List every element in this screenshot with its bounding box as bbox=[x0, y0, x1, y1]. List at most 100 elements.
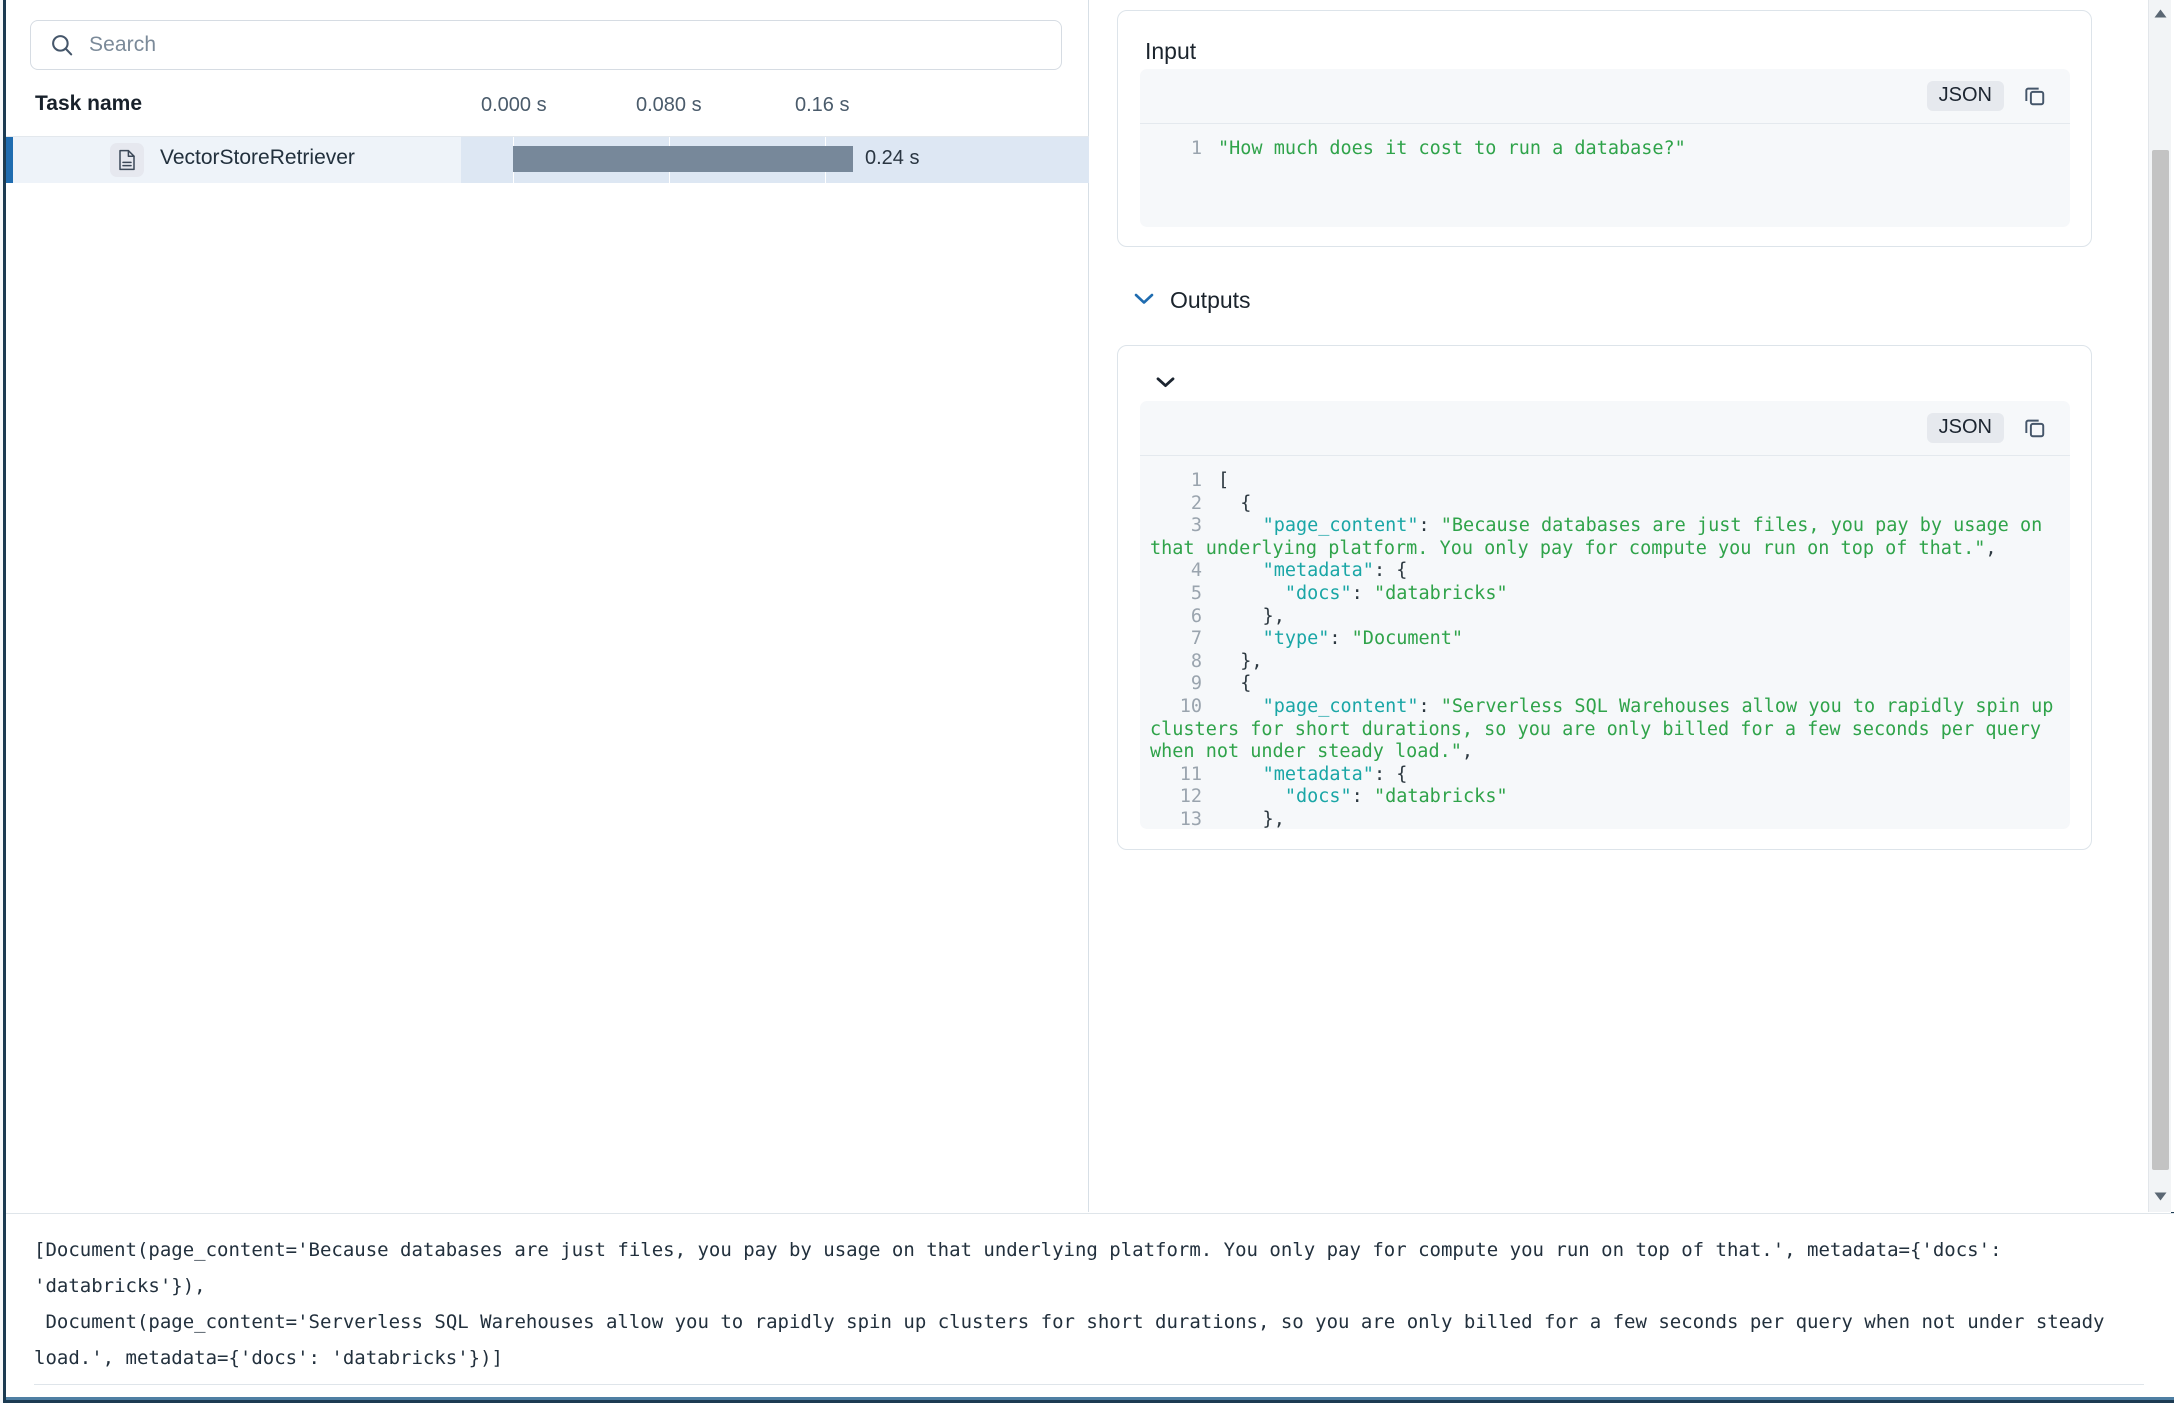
outputs-code-toolbar: JSON bbox=[1140, 401, 2070, 456]
outputs-code-line: 13 }, bbox=[1140, 809, 2070, 829]
input-code-block: JSON 1 "How much does it cost to run a da… bbox=[1140, 69, 2070, 227]
code-token-punc bbox=[1218, 696, 1263, 717]
input-code-toolbar: JSON bbox=[1140, 69, 2070, 124]
task-name-label: VectorStoreRetriever bbox=[160, 146, 355, 170]
code-token-key: "docs" bbox=[1285, 786, 1352, 807]
line-number: 1 bbox=[1150, 138, 1202, 161]
gantt-duration-label: 0.24 s bbox=[865, 147, 919, 170]
code-token-punc bbox=[1218, 628, 1263, 649]
code-token-str: "databricks" bbox=[1374, 786, 1508, 807]
column-header-task-name: Task name bbox=[35, 92, 142, 116]
outputs-item-chevron-down-icon[interactable] bbox=[1156, 375, 1175, 393]
search-field-wrapper: Search bbox=[30, 20, 1062, 70]
line-number: 5 bbox=[1150, 583, 1202, 606]
raw-output-panel: [Document(page_content='Because database… bbox=[6, 1213, 2174, 1400]
input-card: Input JSON 1 bbox=[1117, 10, 2092, 247]
outputs-format-json-chip[interactable]: JSON bbox=[1927, 413, 2004, 443]
line-number: 12 bbox=[1150, 786, 1202, 809]
line-number: 6 bbox=[1150, 606, 1202, 629]
input-section-title: Input bbox=[1145, 38, 1196, 65]
outputs-code-line: 11 "metadata": { bbox=[1140, 764, 2070, 787]
outputs-section-header[interactable]: Outputs bbox=[1134, 287, 1251, 314]
code-token-key: "type" bbox=[1263, 628, 1330, 649]
search-input[interactable]: Search bbox=[30, 20, 1062, 70]
app-root: Search Task name 0.000 s 0.080 s 0.16 s bbox=[0, 0, 2174, 1403]
main-split-region: Search Task name 0.000 s 0.080 s 0.16 s bbox=[6, 0, 2174, 1212]
line-number: 9 bbox=[1150, 673, 1202, 696]
gantt-lane: 0.24 s bbox=[461, 137, 1089, 183]
app-window-frame: Search Task name 0.000 s 0.080 s 0.16 s bbox=[3, 0, 2174, 1403]
outputs-code-line: 2 { bbox=[1140, 493, 2070, 516]
search-icon bbox=[49, 32, 75, 58]
code-token-punc: }, bbox=[1218, 809, 1285, 829]
row-selected-accent-bar bbox=[6, 137, 13, 183]
code-token-punc: : bbox=[1329, 628, 1351, 649]
outputs-code-line: 12 "docs": "databricks" bbox=[1140, 786, 2070, 809]
outputs-code-line: 7 "type": "Document" bbox=[1140, 628, 2070, 651]
code-token-punc: { bbox=[1218, 493, 1251, 514]
code-token-punc: [ bbox=[1218, 470, 1229, 491]
code-token-key: "docs" bbox=[1285, 583, 1352, 604]
input-format-json-chip[interactable]: JSON bbox=[1927, 81, 2004, 111]
line-number: 2 bbox=[1150, 493, 1202, 516]
line-number: 11 bbox=[1150, 764, 1202, 787]
code-token-punc: }, bbox=[1218, 651, 1263, 672]
task-table-header: Task name 0.000 s 0.080 s 0.16 s bbox=[6, 92, 1089, 137]
code-token-punc bbox=[1218, 515, 1263, 536]
axis-tick-1: 0.080 s bbox=[636, 94, 702, 117]
details-pane: Input JSON 1 bbox=[1089, 0, 2174, 1212]
chevron-down-icon[interactable] bbox=[1134, 292, 1154, 310]
outputs-code-content: 1[2 {3 "page_content": "Because database… bbox=[1140, 456, 2070, 829]
search-placeholder-text: Search bbox=[89, 33, 156, 57]
code-token-punc: : { bbox=[1374, 764, 1407, 785]
document-icon bbox=[110, 143, 144, 177]
scrollbar-thumb[interactable] bbox=[2152, 150, 2169, 1170]
copy-icon[interactable] bbox=[2022, 415, 2048, 441]
code-token-punc bbox=[1218, 764, 1263, 785]
gantt-duration-bar[interactable] bbox=[513, 146, 853, 172]
line-number: 3 bbox=[1150, 515, 1202, 538]
axis-tick-2: 0.16 s bbox=[795, 94, 849, 117]
line-number: 7 bbox=[1150, 628, 1202, 651]
line-number: 4 bbox=[1150, 560, 1202, 583]
code-token-str: "databricks" bbox=[1374, 583, 1508, 604]
outputs-code-line: 6 }, bbox=[1140, 606, 2070, 629]
code-token-punc bbox=[1218, 786, 1285, 807]
outputs-code-line: 4 "metadata": { bbox=[1140, 560, 2070, 583]
line-number: 1 bbox=[1150, 470, 1202, 493]
outputs-code-line: 8 }, bbox=[1140, 651, 2070, 674]
outputs-section-title: Outputs bbox=[1170, 287, 1251, 314]
copy-icon[interactable] bbox=[2022, 83, 2048, 109]
code-token-key: "page_content" bbox=[1263, 515, 1419, 536]
details-scroll-area: Input JSON 1 bbox=[1089, 0, 2151, 1212]
line-number: 10 bbox=[1150, 696, 1202, 719]
input-code-content: 1 "How much does it cost to run a databas… bbox=[1140, 124, 2070, 171]
outputs-card: JSON 1[2 {3 "page_content": "Because dat… bbox=[1117, 345, 2092, 850]
outputs-code-line: 9 { bbox=[1140, 673, 2070, 696]
code-token-punc bbox=[1218, 583, 1285, 604]
details-vertical-scrollbar[interactable] bbox=[2148, 0, 2171, 1212]
line-number: 13 bbox=[1150, 809, 1202, 829]
code-token-str: "Document" bbox=[1352, 628, 1463, 649]
outputs-code-block: JSON 1[2 {3 "page_content": "Because dat… bbox=[1140, 401, 2070, 829]
code-token-punc: : bbox=[1352, 786, 1374, 807]
code-token-punc: : bbox=[1352, 583, 1374, 604]
input-code-line: 1 "How much does it cost to run a databas… bbox=[1140, 138, 2070, 161]
code-token-punc: , bbox=[1985, 538, 1996, 559]
code-token-punc: , bbox=[1462, 741, 1473, 762]
code-token-key: "page_content" bbox=[1263, 696, 1419, 717]
axis-tick-0: 0.000 s bbox=[481, 94, 547, 117]
outputs-code-line: 10 "page_content": "Serverless SQL Wareh… bbox=[1140, 696, 2070, 764]
code-token-punc: : { bbox=[1374, 560, 1407, 581]
code-token-punc: }, bbox=[1218, 606, 1285, 627]
outputs-code-line: 5 "docs": "databricks" bbox=[1140, 583, 2070, 606]
triangle-down-icon[interactable] bbox=[2149, 1185, 2172, 1208]
triangle-up-icon[interactable] bbox=[2149, 2, 2172, 25]
code-token-str: "How much does it cost to run a database… bbox=[1218, 138, 1686, 159]
line-number: 8 bbox=[1150, 651, 1202, 674]
code-token-key: "metadata" bbox=[1263, 764, 1374, 785]
task-list-pane: Search Task name 0.000 s 0.080 s 0.16 s bbox=[6, 0, 1089, 1212]
code-token-punc: { bbox=[1218, 673, 1251, 694]
outputs-code-line: 1[ bbox=[1140, 470, 2070, 493]
code-token-punc: : bbox=[1419, 515, 1441, 536]
